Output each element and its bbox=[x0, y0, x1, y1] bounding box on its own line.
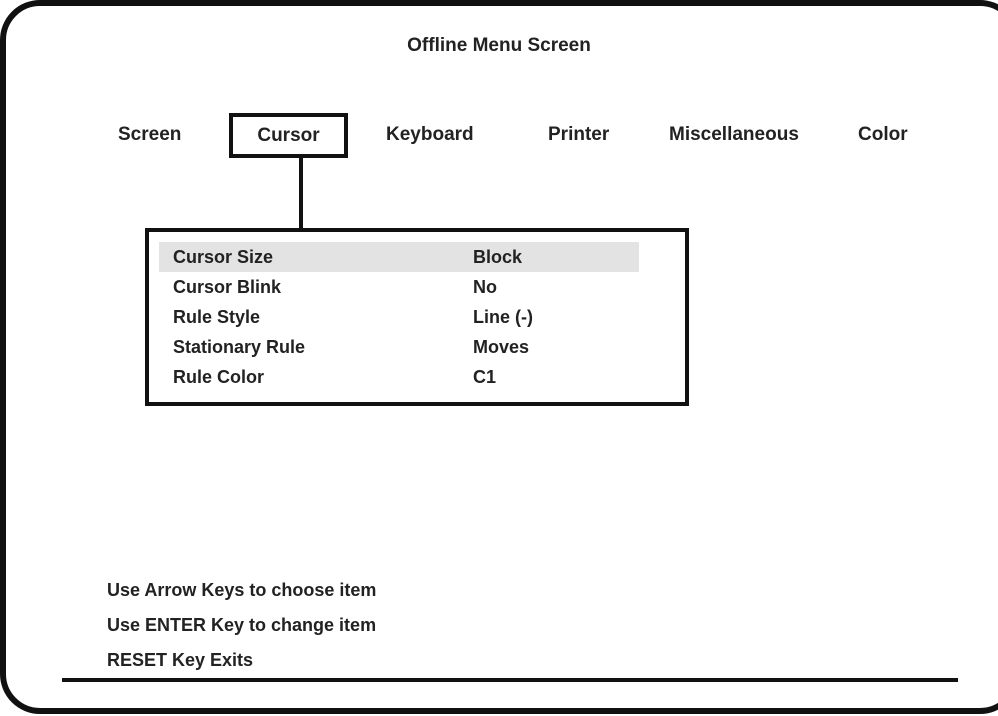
tab-cursor[interactable]: Cursor bbox=[229, 113, 348, 158]
menu-item-cursor-size[interactable]: Cursor Size Block bbox=[159, 242, 639, 272]
menu-item-value: Line (-) bbox=[473, 307, 533, 327]
menu-item-label: Rule Style bbox=[173, 307, 261, 327]
screen-title: Offline Menu Screen bbox=[407, 35, 591, 56]
menu-item-label: Rule Color bbox=[173, 367, 265, 387]
menu-item-value: C1 bbox=[473, 367, 497, 387]
tab-submenu-connector bbox=[299, 158, 303, 228]
menu-item-rule-color[interactable]: Rule Color C1 bbox=[159, 362, 639, 392]
hint-arrow-keys: Use Arrow Keys to choose item bbox=[107, 580, 377, 600]
tab-cursor-label: Cursor bbox=[257, 125, 320, 146]
menu-item-rule-style[interactable]: Rule Style Line (-) bbox=[159, 302, 639, 332]
menu-item-label: Cursor Blink bbox=[173, 277, 282, 297]
hint-reset-key: RESET Key Exits bbox=[107, 650, 254, 670]
tab-screen[interactable]: Screen bbox=[118, 124, 181, 146]
hint-enter-key: Use ENTER Key to change item bbox=[107, 615, 377, 635]
tab-miscellaneous[interactable]: Miscellaneous bbox=[669, 124, 799, 146]
menu-item-value: Moves bbox=[473, 337, 530, 357]
menu-item-value: Block bbox=[473, 247, 523, 267]
menu-item-label: Cursor Size bbox=[173, 247, 274, 267]
tab-keyboard[interactable]: Keyboard bbox=[386, 124, 474, 146]
menu-item-value: No bbox=[473, 277, 497, 297]
bottom-divider bbox=[62, 678, 958, 682]
menu-item-label: Stationary Rule bbox=[173, 337, 306, 357]
menu-item-cursor-blink[interactable]: Cursor Blink No bbox=[159, 272, 639, 302]
cursor-submenu: Cursor Size Block Cursor Blink No Rule S… bbox=[145, 228, 689, 406]
menu-item-stationary-rule[interactable]: Stationary Rule Moves bbox=[159, 332, 639, 362]
tab-color[interactable]: Color bbox=[858, 124, 908, 146]
tab-printer[interactable]: Printer bbox=[548, 124, 609, 146]
